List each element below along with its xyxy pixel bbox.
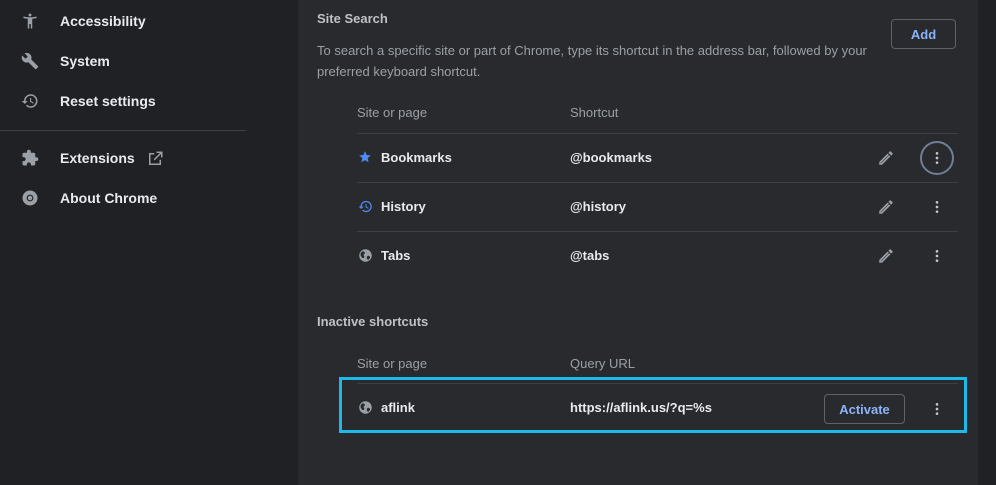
more-actions-button[interactable] xyxy=(920,239,954,273)
highlight-box xyxy=(339,377,967,433)
sidebar-item-label: Extensions xyxy=(60,150,135,166)
site-name: Bookmarks xyxy=(381,150,452,165)
sidebar-item-accessibility[interactable]: Accessibility xyxy=(0,1,246,41)
edit-pencil-icon[interactable] xyxy=(877,247,895,265)
shortcut: @history xyxy=(570,199,627,214)
reset-history-icon xyxy=(20,91,40,111)
site-name: History xyxy=(381,199,426,214)
wrench-icon xyxy=(20,51,40,71)
site-search-title: Site Search xyxy=(317,11,388,26)
chrome-icon xyxy=(20,188,40,208)
inactive-shortcuts-title: Inactive shortcuts xyxy=(317,314,429,329)
edit-pencil-icon[interactable] xyxy=(877,149,895,167)
sidebar-item-label: System xyxy=(60,53,110,69)
column-header-site: Site or page xyxy=(357,105,428,120)
table-row[interactable]: History @history xyxy=(357,182,958,232)
more-actions-button[interactable] xyxy=(920,190,954,224)
more-vert-icon xyxy=(935,250,939,262)
column-header-shortcut: Shortcut xyxy=(570,105,619,120)
sidebar-item-reset-settings[interactable]: Reset settings xyxy=(0,81,246,121)
site-search-description: To search a specific site or part of Chr… xyxy=(317,43,867,79)
sidebar-item-label: Reset settings xyxy=(60,93,156,109)
more-vert-icon xyxy=(935,152,939,164)
sidebar-divider xyxy=(0,130,246,131)
history-icon xyxy=(357,198,373,214)
accessibility-icon xyxy=(20,11,40,31)
more-vert-icon xyxy=(935,201,939,213)
globe-icon xyxy=(357,247,373,263)
sidebar-item-label: Accessibility xyxy=(60,13,146,29)
sidebar-item-about-chrome[interactable]: About Chrome xyxy=(0,178,246,218)
site-name: Tabs xyxy=(381,248,411,263)
star-icon xyxy=(357,149,373,165)
puzzle-icon xyxy=(20,148,40,168)
shortcut: @tabs xyxy=(570,248,610,263)
more-actions-button[interactable] xyxy=(920,141,954,175)
table-row[interactable]: Tabs @tabs xyxy=(357,231,958,281)
shortcut: @bookmarks xyxy=(570,150,653,165)
sidebar-item-system[interactable]: System xyxy=(0,41,246,81)
column-header-site: Site or page xyxy=(357,356,428,371)
sidebar-item-label: About Chrome xyxy=(60,190,158,206)
edit-pencil-icon[interactable] xyxy=(877,198,895,216)
sidebar-item-extensions[interactable]: Extensions xyxy=(0,138,246,178)
add-button[interactable]: Add xyxy=(891,19,956,49)
table-row[interactable]: Bookmarks @bookmarks xyxy=(357,133,958,183)
open-in-new-icon[interactable] xyxy=(146,150,164,168)
sidebar: Accessibility System Reset settings Exte… xyxy=(0,0,246,485)
page-margin xyxy=(978,0,996,485)
column-header-query-url: Query URL xyxy=(570,356,636,371)
